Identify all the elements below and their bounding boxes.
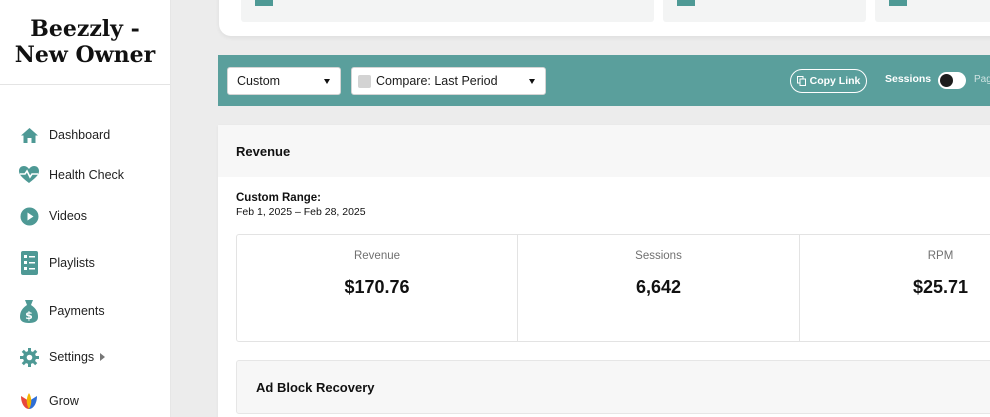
dropdown-arrow-icon <box>529 79 535 84</box>
summary-card-row <box>219 0 990 36</box>
stat-label: RPM <box>927 250 954 262</box>
gear-icon <box>19 347 39 367</box>
summary-card <box>241 0 654 22</box>
brand-line-1: Beezzly - <box>30 16 140 42</box>
ad-block-recovery-section[interactable]: Ad Block Recovery <box>236 360 990 414</box>
sidebar-item-label: Health Check <box>49 168 125 182</box>
range-title: Custom Range: <box>236 192 321 204</box>
compare-checkbox[interactable] <box>358 74 371 88</box>
brand-title: Beezzly - New Owner <box>0 0 170 85</box>
summary-card <box>663 0 866 22</box>
date-range-value: Custom <box>237 74 281 88</box>
sidebar-item-videos[interactable]: Videos <box>19 203 87 229</box>
stat-value: $170.76 <box>344 277 410 297</box>
copy-icon <box>796 76 806 86</box>
sidebar-item-health-check[interactable]: Health Check <box>19 162 124 188</box>
home-icon <box>19 125 39 145</box>
brand-line-2: New Owner <box>14 42 156 68</box>
sidebar-item-label: Dashboard <box>49 128 111 142</box>
sidebar-item-label: Grow <box>49 394 79 408</box>
stat-rpm: RPM $25.71 <box>800 235 990 341</box>
sidebar-item-label: Payments <box>49 304 105 318</box>
chevron-right-icon <box>100 353 106 361</box>
list-icon <box>19 251 39 275</box>
sessions-toggle[interactable] <box>938 72 966 89</box>
sidebar-item-settings[interactable]: Settings <box>19 344 106 370</box>
compare-select[interactable]: Compare: Last Period <box>351 67 546 95</box>
sidebar-item-label: Playlists <box>49 256 95 270</box>
grow-logo-icon <box>19 391 39 411</box>
range-value: Feb 1, 2025 – Feb 28, 2025 <box>236 206 366 218</box>
summary-card <box>875 0 990 22</box>
panel-title: Revenue <box>218 125 990 177</box>
card-icon <box>255 0 273 6</box>
dropdown-arrow-icon <box>324 79 330 84</box>
stat-value: 6,642 <box>635 277 682 297</box>
sidebar: Beezzly - New Owner Dashboard Health Che… <box>0 0 171 417</box>
sidebar-item-payments[interactable]: $ Payments <box>19 298 105 324</box>
stat-sessions: Sessions 6,642 <box>518 235 800 341</box>
copy-link-button[interactable]: Copy Link <box>790 69 867 93</box>
sidebar-item-dashboard[interactable]: Dashboard <box>19 122 110 148</box>
stat-label: Sessions <box>635 250 682 262</box>
play-circle-icon <box>19 206 39 226</box>
date-range-select[interactable]: Custom <box>227 67 341 95</box>
toggle-knob <box>940 74 953 87</box>
copy-link-label: Copy Link <box>809 75 861 87</box>
sidebar-item-label: Videos <box>49 209 87 223</box>
sidebar-item-grow[interactable]: Grow <box>19 388 79 414</box>
heartbeat-icon <box>19 165 39 185</box>
stats-grid: Revenue $170.76 Sessions 6,642 RPM $25.7… <box>236 234 990 342</box>
stat-revenue: Revenue $170.76 <box>237 235 518 341</box>
sessions-toggle-label: Sessions <box>885 73 932 85</box>
card-icon <box>889 0 907 6</box>
filter-bar: Custom Compare: Last Period Copy Link Se… <box>218 55 990 106</box>
sidebar-item-playlists[interactable]: Playlists <box>19 250 95 276</box>
card-icon <box>677 0 695 6</box>
ad-block-recovery-title: Ad Block Recovery <box>256 379 375 395</box>
money-bag-icon: $ <box>19 300 39 323</box>
sidebar-item-label: Settings <box>49 350 95 364</box>
svg-text:$: $ <box>25 309 33 322</box>
compare-value: Compare: Last Period <box>376 74 498 88</box>
stat-label: Revenue <box>353 250 401 262</box>
revenue-panel: Revenue Custom Range: Feb 1, 2025 – Feb … <box>218 125 990 417</box>
stat-value: $25.71 <box>912 277 969 297</box>
pageviews-toggle-label: Pag <box>974 74 990 85</box>
